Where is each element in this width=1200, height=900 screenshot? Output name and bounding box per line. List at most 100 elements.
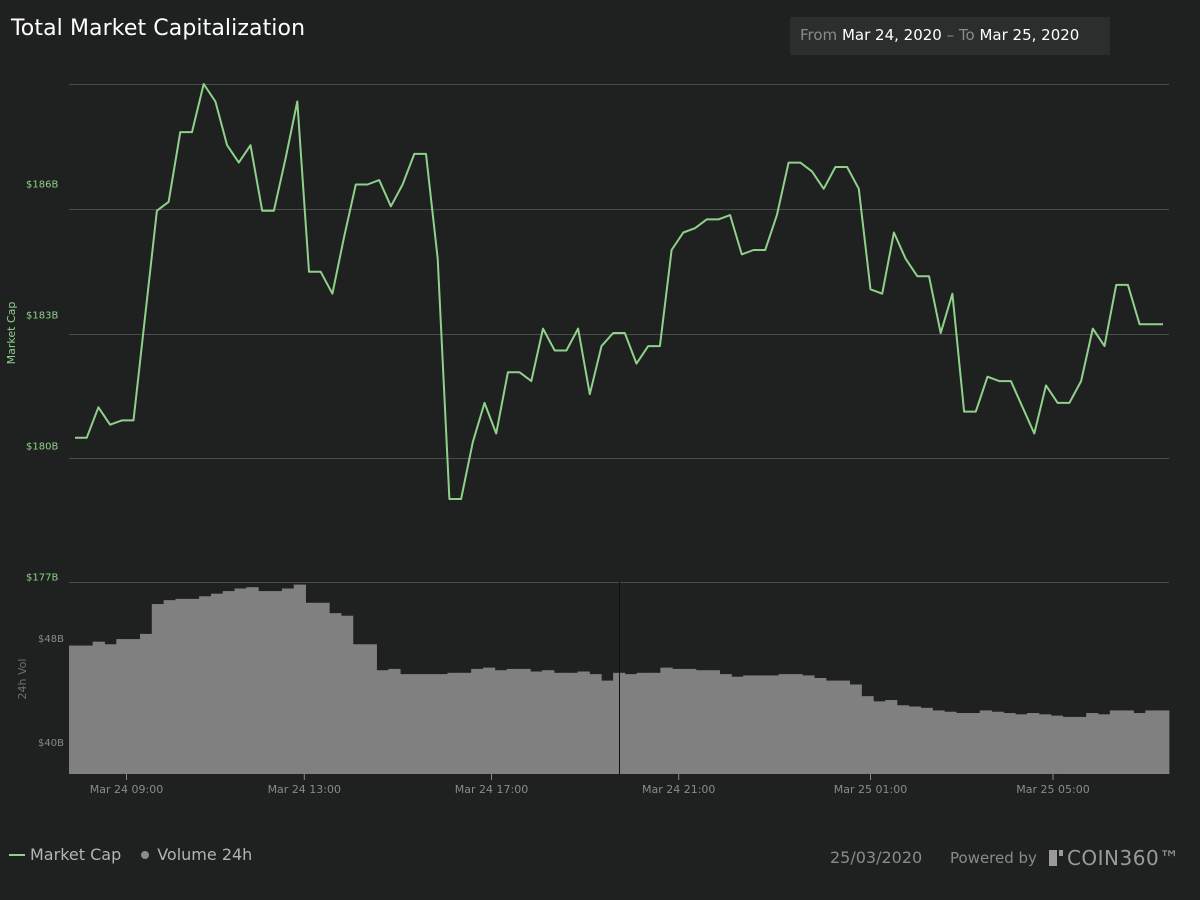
- volume-bar: [128, 639, 141, 774]
- market-cap-swatch: [9, 853, 25, 856]
- market-cap-line: [75, 83, 1163, 500]
- x-tick-label: Mar 25 01:00: [834, 783, 907, 796]
- volume-bar: [837, 680, 851, 774]
- volume-bar: [234, 588, 247, 774]
- volume-bar: [707, 670, 720, 774]
- volume-bar: [778, 674, 791, 774]
- volume-bar: [849, 684, 862, 774]
- volume-bar: [1027, 713, 1040, 774]
- volume-bar: [743, 675, 756, 774]
- volume-bar: [672, 668, 685, 774]
- volume-bar: [1157, 710, 1170, 774]
- volume-bar: [329, 613, 342, 774]
- volume-bar: [258, 591, 271, 774]
- volume-bar: [660, 667, 673, 774]
- volume-bar: [577, 671, 590, 774]
- volume-bar: [116, 639, 129, 774]
- volume-bar: [293, 584, 306, 774]
- volume-bar: [270, 591, 283, 774]
- volume-bar: [1015, 714, 1028, 774]
- x-tick-label: Mar 24 21:00: [642, 783, 715, 796]
- volume-bar: [825, 680, 839, 774]
- volume-bar: [187, 598, 200, 774]
- volume-bar: [991, 711, 1004, 774]
- volume-bar: [896, 705, 910, 774]
- x-tick-label: Mar 24 13:00: [268, 783, 341, 796]
- volume-bar: [199, 596, 212, 774]
- volume-bar: [400, 674, 413, 774]
- volume-bar: [175, 598, 188, 774]
- volume-bar: [222, 591, 235, 774]
- volume-bar: [494, 670, 508, 774]
- y-tick-label: $183B: [26, 311, 58, 322]
- legend-item-market-cap[interactable]: Market Cap: [9, 845, 121, 864]
- volume-bar: [412, 674, 425, 774]
- volume-bar: [755, 675, 768, 774]
- powered-by[interactable]: Powered by COIN360™: [950, 846, 1180, 870]
- y-tick-label: $180B: [26, 442, 58, 453]
- volume-bar: [967, 713, 981, 774]
- legend-label-volume: Volume 24h: [157, 845, 253, 864]
- volume-bar: [317, 602, 330, 774]
- volume-bar: [471, 668, 484, 774]
- volume-bar: [435, 674, 448, 774]
- volume-bar: [423, 674, 437, 774]
- y-axis-title: Market Cap: [5, 302, 18, 365]
- volume-bar: [139, 633, 153, 774]
- volume-bar: [151, 604, 165, 774]
- volume-bar: [80, 645, 94, 774]
- volume-bar: [908, 706, 922, 774]
- volume-bar: [1145, 710, 1158, 774]
- x-tick-label: Mar 24 09:00: [90, 783, 163, 796]
- volume-bar: [885, 700, 898, 774]
- volume-bar: [305, 602, 318, 774]
- volume-bar: [92, 641, 105, 774]
- volume-bar: [1003, 713, 1016, 774]
- coin360-brand: COIN360™: [1066, 846, 1180, 870]
- volume-bar: [766, 675, 780, 774]
- volume-bar: [565, 672, 578, 774]
- volume-bar: [341, 615, 354, 774]
- legend-item-volume[interactable]: Volume 24h: [141, 845, 252, 864]
- volume-bar: [944, 711, 957, 774]
- volume-bar: [388, 668, 401, 774]
- vol-tick-label: $48B: [38, 634, 64, 645]
- footer-date: 25/03/2020: [830, 848, 923, 867]
- y-tick-label: $177B: [26, 573, 58, 584]
- market-cap-chart[interactable]: $186B $183B $180B $177B Market Cap $48B $40B 24…: [0, 0, 1200, 900]
- market-cap-line-layer: [75, 83, 1163, 500]
- volume-bar: [459, 672, 472, 774]
- vol-axis-title: 24h Vol: [16, 659, 29, 700]
- x-tick-label: Mar 25 05:00: [1016, 783, 1089, 796]
- volume-bar: [601, 680, 614, 774]
- volume-bar: [376, 670, 389, 774]
- volume-bar: [684, 668, 697, 774]
- volume-bar: [956, 713, 969, 774]
- powered-by-label: Powered by: [950, 849, 1037, 867]
- volume-bar: [518, 668, 531, 774]
- volume-bar: [1098, 714, 1111, 774]
- volume-bar: [1086, 713, 1099, 774]
- x-tick-label: Mar 24 17:00: [455, 783, 528, 796]
- volume-bar: [210, 593, 224, 774]
- volume-bar: [790, 674, 803, 774]
- volume-bar: [979, 710, 992, 774]
- volume-bar: [281, 588, 295, 774]
- volume-bar: [364, 644, 377, 774]
- volume-bar: [530, 671, 543, 774]
- volume-bar: [542, 670, 555, 774]
- volume-bar: [69, 645, 82, 774]
- volume-bar: [1074, 716, 1087, 774]
- volume-bar: [636, 672, 649, 774]
- y-tick-label: $186B: [26, 179, 58, 190]
- volume-bar: [731, 676, 744, 774]
- volume-bar: [246, 587, 259, 774]
- volume-bar: [873, 701, 886, 774]
- volume-bar: [695, 670, 709, 774]
- volume-bar: [1050, 715, 1063, 774]
- volume-bar: [104, 644, 117, 774]
- volume-bar: [553, 672, 567, 774]
- volume-swatch: [141, 850, 150, 859]
- legend-label-market-cap: Market Cap: [30, 845, 122, 864]
- coin360-logo-icon: [1048, 850, 1063, 866]
